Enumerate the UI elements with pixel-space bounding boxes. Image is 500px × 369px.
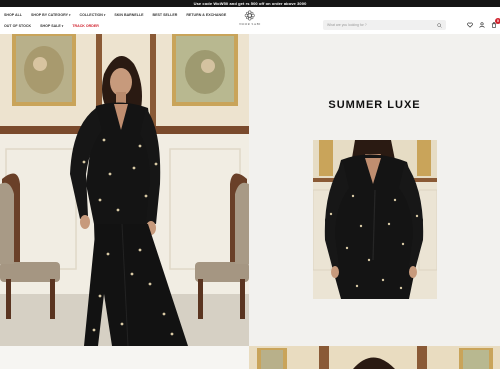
main-content: SUMMER LUXE: [0, 34, 500, 369]
nav-out-of-stock[interactable]: OUT OF STOCK: [4, 24, 31, 28]
next-section-illustration: [249, 346, 500, 369]
user-icon[interactable]: [479, 22, 485, 28]
nav-label: SHOP SALE: [40, 24, 61, 28]
search-bar[interactable]: [323, 20, 446, 30]
nav-label: TRACK ORDER: [72, 24, 99, 28]
nav-shop-all[interactable]: SHOP ALL: [4, 13, 22, 17]
promo-bar: Use code WoW50 and get rs 500 off on ord…: [0, 0, 500, 7]
collection-title: SUMMER LUXE: [328, 99, 421, 111]
nav-label: SKIN BARNELLE: [114, 13, 144, 17]
logo-emblem-icon: [245, 10, 255, 21]
cart-count-badge: 0: [495, 18, 500, 24]
nav-label: BEST SELLER: [152, 13, 178, 17]
hero-image[interactable]: [0, 34, 249, 346]
nav-label: OUT OF STOCK: [4, 24, 32, 28]
nav-track-order[interactable]: TRACK ORDER: [72, 24, 99, 28]
chevron-down-icon: ▾: [103, 13, 106, 17]
header-actions: 0: [467, 18, 500, 28]
nav-collection[interactable]: COLLECTION▾: [80, 13, 106, 17]
nav-skin-barnelle[interactable]: SKIN BARNELLE: [114, 13, 143, 17]
nav-label: SHOP ALL: [4, 13, 22, 17]
promo-text: Use code WoW50 and get rs 500 off on ord…: [193, 1, 307, 6]
next-section-image[interactable]: [249, 346, 500, 369]
secondary-nav: OUT OF STOCK SHOP SALE▾ TRACK ORDER: [4, 24, 99, 28]
collection-panel: SUMMER LUXE: [249, 34, 500, 346]
logo-text: NOOR SABI: [239, 22, 261, 26]
nav-label: RETURN & EXCHANGE: [186, 13, 227, 17]
collection-illustration: [313, 140, 437, 299]
chevron-down-icon: ▾: [69, 13, 71, 17]
cart-button[interactable]: 0: [491, 18, 500, 28]
main-nav: SHOP ALL SHOP BY CATEGORY▾ COLLECTION▾ S…: [4, 13, 226, 17]
nav-label: COLLECTION: [79, 13, 103, 17]
search-input[interactable]: [327, 23, 437, 27]
nav-label: SHOP BY CATEGORY: [30, 13, 68, 17]
nav-return-exchange[interactable]: RETURN & EXCHANGE: [186, 13, 226, 17]
nav-shop-by-category[interactable]: SHOP BY CATEGORY▾: [31, 13, 71, 17]
next-section: [0, 346, 500, 369]
search-icon[interactable]: [437, 22, 442, 28]
nav-best-seller[interactable]: BEST SELLER: [153, 13, 178, 17]
chevron-down-icon: ▾: [61, 24, 64, 28]
hero-illustration: [0, 34, 249, 346]
site-header: SHOP ALL SHOP BY CATEGORY▾ COLLECTION▾ S…: [0, 7, 500, 34]
site-logo[interactable]: NOOR SABI: [239, 10, 261, 26]
heart-icon[interactable]: [467, 22, 473, 28]
nav-shop-sale[interactable]: SHOP SALE▾: [40, 24, 63, 28]
collection-image[interactable]: [313, 140, 437, 299]
